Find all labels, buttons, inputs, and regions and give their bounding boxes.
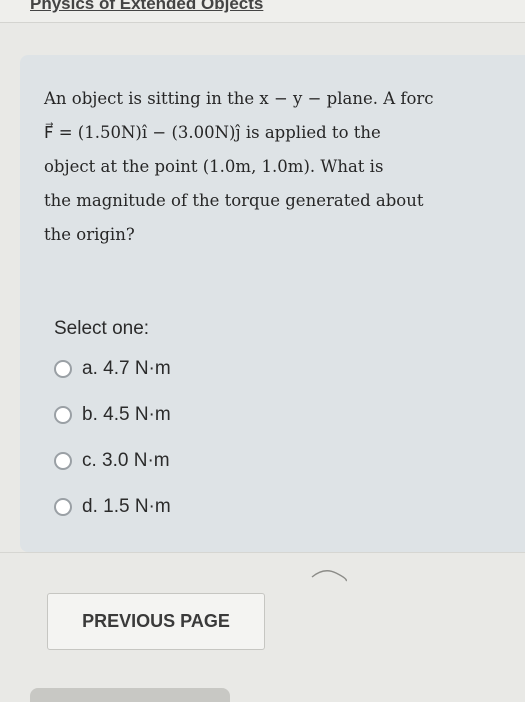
question-line: F⃗ = (1.50N)î − (3.00N)ĵ is applied to t… — [44, 123, 381, 142]
question-line: the origin? — [44, 225, 135, 244]
section-divider — [0, 552, 525, 553]
radio-button-icon[interactable] — [54, 498, 72, 516]
breadcrumb-link[interactable]: Physics of Extended Objects — [30, 0, 263, 13]
option-label[interactable]: a. 4.7 N·m — [82, 358, 171, 380]
option-label[interactable]: b. 4.5 N·m — [82, 404, 171, 426]
question-line: An object is sitting in the x − y − plan… — [44, 89, 434, 108]
option-d[interactable]: d. 1.5 N·m — [54, 488, 171, 526]
question-line: object at the point (1.0m, 1.0m). What i… — [44, 157, 384, 176]
option-label[interactable]: c. 3.0 N·m — [82, 450, 170, 472]
option-label[interactable]: d. 1.5 N·m — [82, 496, 171, 518]
option-a[interactable]: a. 4.7 N·m — [54, 350, 171, 388]
select-one-label: Select one: — [54, 318, 150, 339]
screen-smudge — [311, 570, 347, 582]
top-breadcrumb-bar: Physics of Extended Objects — [0, 0, 525, 23]
option-c[interactable]: c. 3.0 N·m — [54, 442, 171, 480]
question-text: An object is sitting in the x − y − plan… — [44, 82, 514, 252]
breadcrumb[interactable]: Physics of Extended Objects — [30, 0, 263, 14]
option-b[interactable]: b. 4.5 N·m — [54, 396, 171, 434]
radio-button-icon[interactable] — [54, 452, 72, 470]
previous-page-button[interactable]: PREVIOUS PAGE — [47, 593, 265, 650]
question-line: the magnitude of the torque generated ab… — [44, 191, 424, 210]
radio-button-icon[interactable] — [54, 406, 72, 424]
answer-options: a. 4.7 N·m b. 4.5 N·m c. 3.0 N·m d. 1.5 … — [54, 350, 171, 534]
radio-button-icon[interactable] — [54, 360, 72, 378]
